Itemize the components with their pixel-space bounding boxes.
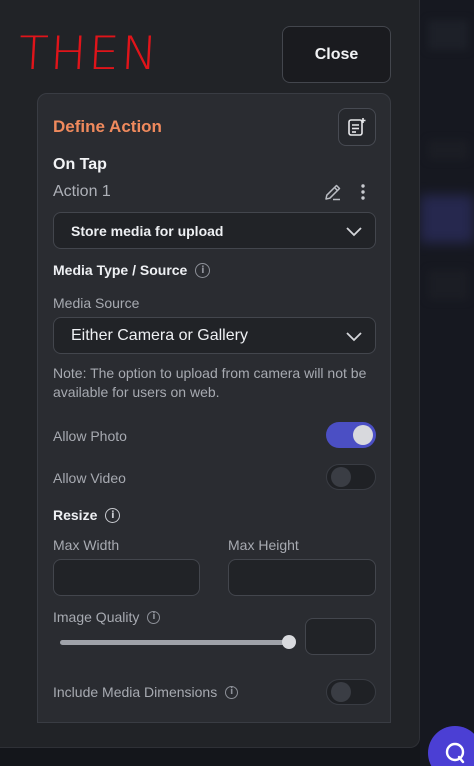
media-type-heading: Media Type / Source i [53, 262, 211, 278]
action-type-value: Store media for upload [71, 222, 224, 239]
action-panel: THEN Close Define Action On Tap Action 1 [0, 0, 420, 748]
resize-heading: Resize i [53, 507, 121, 523]
include-dims-label: Include Media Dimensions [53, 684, 218, 700]
card-title: Define Action [53, 117, 162, 136]
allow-photo-label: Allow Photo [53, 428, 127, 444]
media-type-heading-text: Media Type / Source [53, 262, 188, 278]
chevron-down-icon [346, 331, 362, 341]
define-action-card: Define Action On Tap Action 1 Store medi… [37, 93, 391, 723]
chevron-down-icon [346, 226, 362, 236]
web-upload-note: Note: The option to upload from camera w… [53, 365, 367, 400]
info-icon[interactable]: i [105, 507, 121, 523]
image-quality-heading: Image Quality i [53, 609, 161, 625]
allow-photo-toggle[interactable] [326, 422, 376, 448]
add-note-button[interactable] [338, 108, 376, 146]
allow-video-label: Allow Video [53, 470, 126, 486]
chat-icon [445, 742, 465, 764]
max-height-input[interactable] [228, 559, 376, 596]
allow-video-toggle[interactable] [326, 464, 376, 490]
more-vertical-icon[interactable] [356, 182, 370, 202]
background-app-area [420, 0, 474, 766]
image-quality-slider-track[interactable] [60, 640, 290, 645]
image-quality-slider-thumb[interactable] [282, 635, 296, 649]
media-source-dropdown[interactable]: Either Camera or Gallery [53, 317, 376, 354]
action-type-dropdown[interactable]: Store media for upload [53, 212, 376, 249]
media-source-label: Media Source [53, 295, 140, 311]
include-dims-row: Include Media Dimensions i [53, 684, 239, 700]
info-icon[interactable]: i [225, 685, 239, 699]
include-dims-toggle[interactable] [326, 679, 376, 705]
max-height-label: Max Height [228, 537, 299, 553]
info-icon[interactable]: i [147, 610, 161, 624]
media-source-value: Either Camera or Gallery [71, 326, 248, 344]
max-width-input[interactable] [53, 559, 200, 596]
image-quality-label: Image Quality [53, 609, 140, 625]
add-note-icon [348, 118, 366, 136]
info-icon[interactable]: i [195, 262, 211, 278]
max-width-label: Max Width [53, 537, 120, 553]
resize-heading-text: Resize [53, 507, 98, 523]
pencil-icon[interactable] [323, 182, 343, 202]
action-name: Action 1 [53, 183, 111, 200]
image-quality-input[interactable] [305, 618, 376, 655]
trigger-label: On Tap [53, 156, 107, 173]
close-button[interactable]: Close [282, 26, 391, 83]
then-annotation: THEN [17, 26, 162, 80]
